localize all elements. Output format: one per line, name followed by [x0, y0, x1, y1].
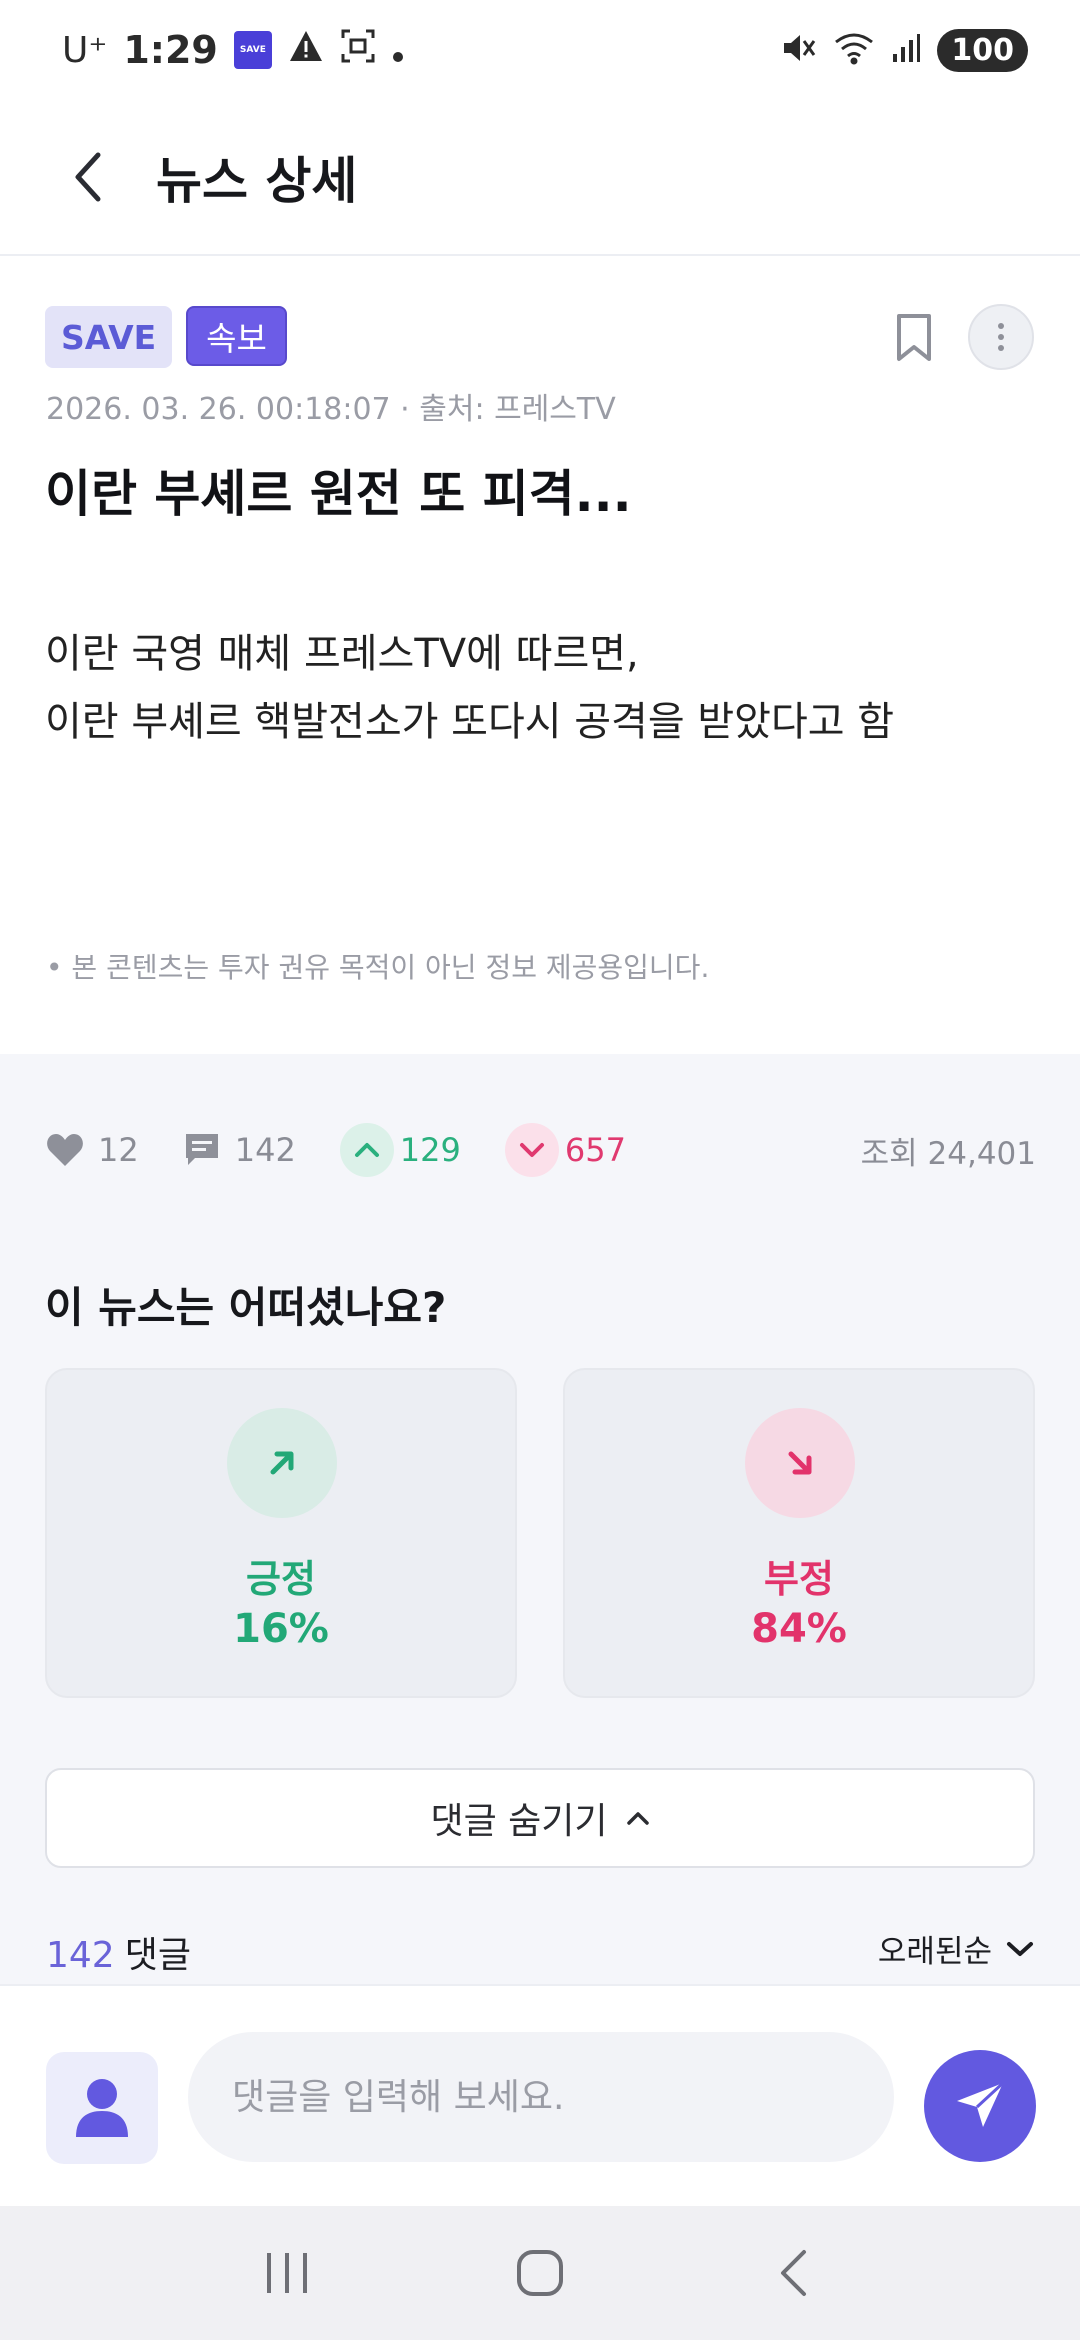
wifi-icon — [833, 31, 875, 69]
signal-icon — [891, 32, 921, 68]
article-headline: 이란 부셰르 원전 또 피격... — [45, 465, 632, 523]
send-button[interactable] — [924, 2050, 1036, 2162]
screenshot-icon — [340, 28, 376, 73]
comment-count-header: 142 댓글 — [46, 1926, 191, 1978]
stats-row: 12 142 129 657 조회 24,401 — [46, 1114, 1036, 1186]
nav-back-button[interactable] — [743, 2233, 843, 2313]
save-app-icon: SAVE — [233, 31, 272, 69]
home-icon — [516, 2250, 563, 2296]
hide-comments-label: 댓글 숨기기 — [430, 1801, 608, 1842]
system-nav-bar — [0, 2206, 1080, 2340]
app-header: 뉴스 상세 — [0, 100, 1080, 256]
bookmark-icon — [897, 314, 931, 361]
carrier-label: U⁺ — [62, 29, 108, 71]
disclaimer-text: • 본 콘텐츠는 투자 권유 목적이 아닌 정보 제공용입니다. — [46, 951, 710, 984]
arrow-up-right-icon — [227, 1408, 337, 1518]
upvote-count: 129 — [399, 1131, 461, 1169]
status-time: 1:29 — [123, 28, 218, 72]
positive-vote-card[interactable]: 긍정 16% — [45, 1368, 517, 1698]
negative-label: 부정 — [764, 1557, 834, 1601]
comment-input-bar — [0, 1984, 1080, 2206]
more-options-button[interactable] — [968, 304, 1034, 370]
sort-dropdown[interactable]: 오래된순 — [878, 1926, 1034, 1971]
send-icon — [957, 2081, 1005, 2127]
like-button[interactable]: 12 — [46, 1131, 139, 1169]
recent-apps-button[interactable] — [237, 2233, 337, 2313]
downvote-button[interactable]: 657 — [504, 1123, 626, 1177]
hide-comments-button[interactable]: 댓글 숨기기 — [45, 1768, 1035, 1868]
negative-percent: 84% — [751, 1606, 847, 1652]
back-icon — [781, 2250, 807, 2296]
article-meta: 2026. 03. 26. 00:18:07 · 출처: 프레스TV — [46, 392, 616, 427]
comment-total: 142 — [46, 1935, 115, 1976]
article-body-line: 이란 부셰르 핵발전소가 또다시 공격을 받았다고 함 — [45, 699, 895, 745]
comment-count-button[interactable]: 142 — [183, 1131, 296, 1169]
view-count: 조회 24,401 — [860, 1135, 1036, 1172]
chevron-down-icon — [1007, 1941, 1033, 1956]
status-bar: U⁺ 1:29 SAVE 100 — [0, 0, 1080, 100]
like-count: 12 — [98, 1131, 139, 1169]
chevron-left-icon — [75, 152, 101, 202]
dot-icon — [392, 28, 404, 72]
comment-icon — [183, 1132, 221, 1168]
heart-icon — [46, 1133, 84, 1167]
more-vertical-icon — [998, 323, 1004, 351]
article-body: 이란 국영 매체 프레스TV에 따르면, 이란 부셰르 핵발전소가 또다시 공격… — [45, 620, 894, 756]
positive-label: 긍정 — [246, 1557, 316, 1601]
comment-input[interactable] — [188, 2032, 894, 2162]
home-button[interactable] — [490, 2233, 590, 2313]
back-button[interactable] — [58, 147, 118, 207]
engagement-section: 12 142 129 657 조회 24,401 이 뉴스는 어떠셨나요? 긍정 — [0, 1054, 1080, 1984]
chevron-down-icon — [504, 1123, 559, 1177]
chevron-up-icon — [626, 1812, 649, 1825]
recent-apps-icon — [266, 2253, 307, 2293]
sort-label: 오래된순 — [877, 1934, 992, 1970]
upvote-button[interactable]: 129 — [339, 1123, 461, 1177]
source-badge: SAVE — [45, 306, 173, 368]
warning-icon — [288, 28, 324, 72]
badge-group: SAVE 속보 — [45, 306, 287, 368]
breaking-badge: 속보 — [186, 306, 287, 366]
bookmark-button[interactable] — [884, 306, 944, 370]
comment-count-suffix: 댓글 — [124, 1935, 191, 1976]
comment-count: 142 — [234, 1131, 296, 1169]
user-icon — [76, 2079, 128, 2137]
downvote-count: 657 — [564, 1131, 626, 1169]
mute-icon — [781, 31, 817, 69]
page-title: 뉴스 상세 — [156, 152, 358, 210]
positive-percent: 16% — [233, 1606, 329, 1652]
arrow-down-right-icon — [745, 1408, 855, 1518]
negative-vote-card[interactable]: 부정 84% — [563, 1368, 1035, 1698]
avatar — [46, 2052, 158, 2164]
article-section: SAVE 속보 2026. 03. 26. 00:18:07 · 출처: 프레스… — [0, 258, 1080, 1054]
article-body-line: 이란 국영 매체 프레스TV에 따르면, — [45, 631, 639, 677]
sentiment-question: 이 뉴스는 어떠셨나요? — [45, 1283, 447, 1332]
chevron-up-icon — [339, 1123, 394, 1177]
battery-indicator: 100 — [937, 28, 1028, 72]
